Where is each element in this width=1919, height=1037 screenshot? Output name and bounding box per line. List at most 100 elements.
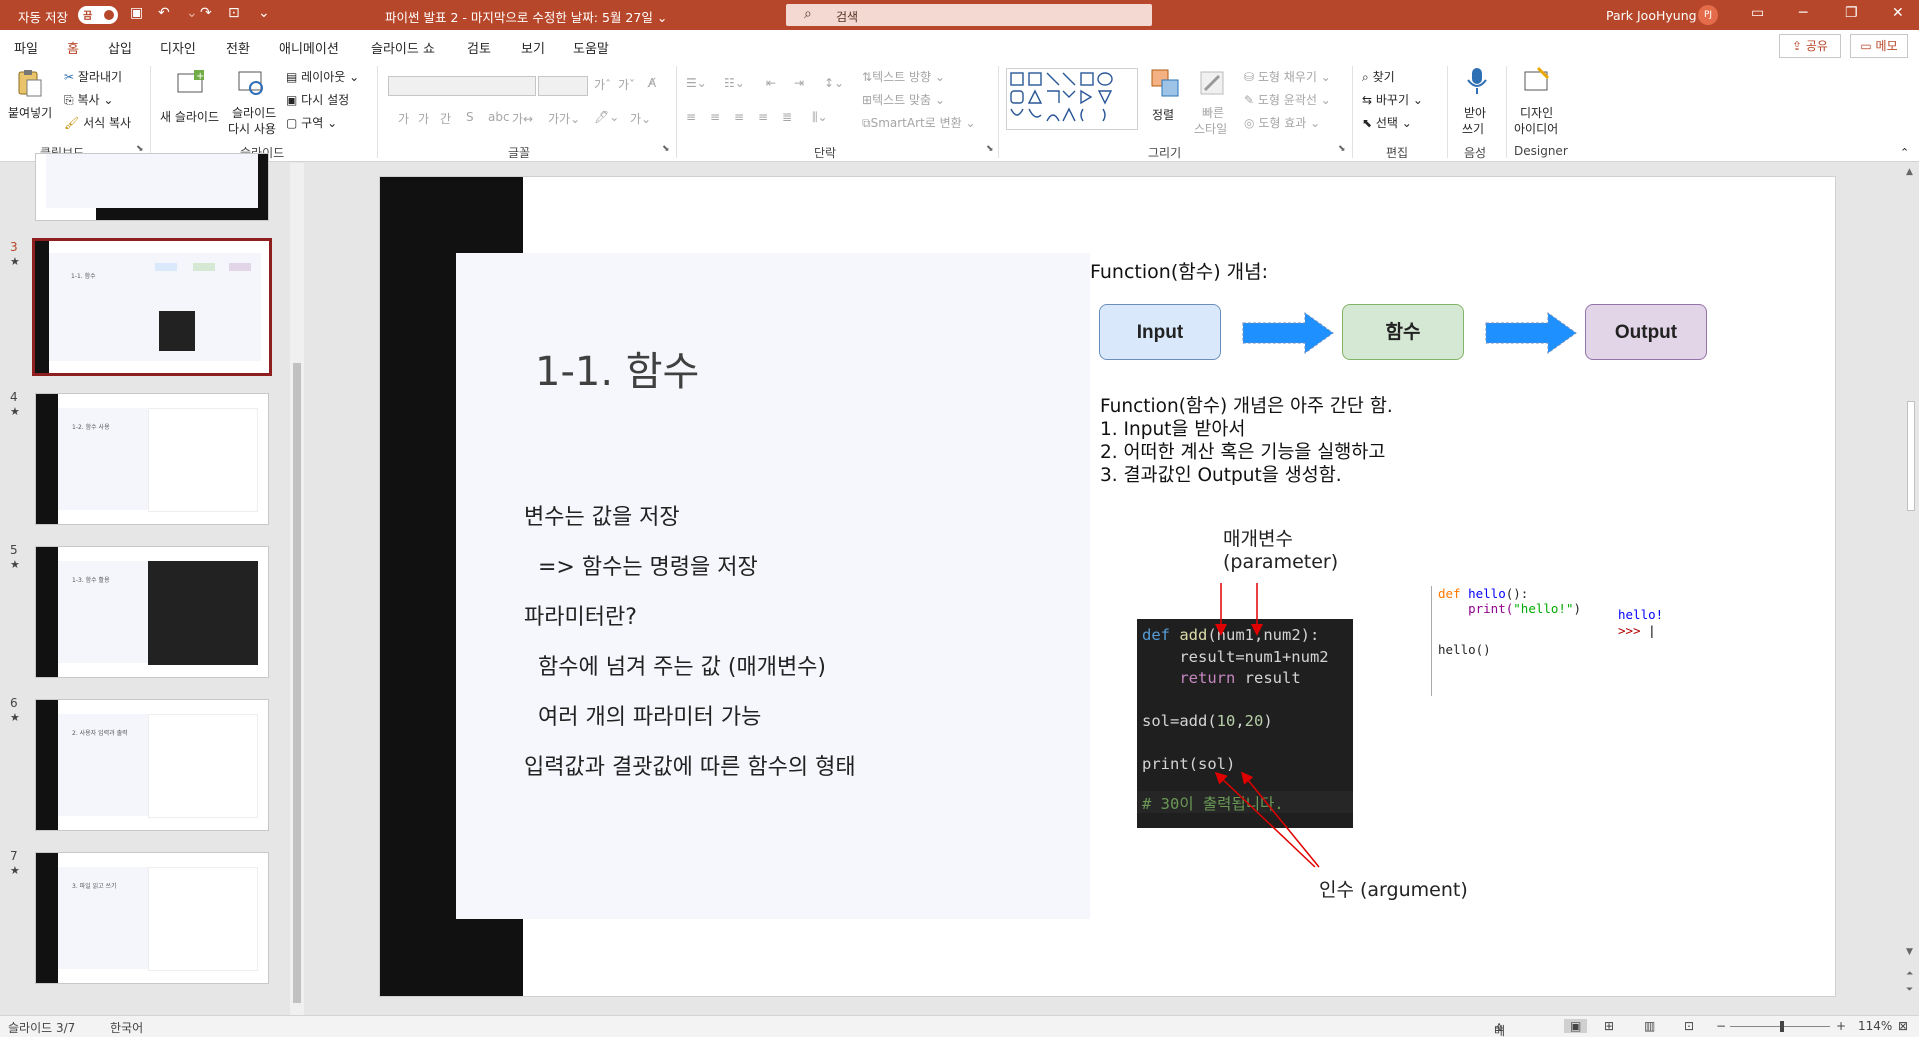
slide-thumbnail-4[interactable]: 1-2. 함수 사용: [35, 393, 269, 525]
body-line-4[interactable]: 함수에 넘겨 주는 값 (매개변수): [524, 649, 826, 681]
increase-indent-icon[interactable]: ⇥: [794, 76, 804, 90]
restore-icon[interactable]: ❐: [1845, 5, 1858, 21]
font-family-dropdown[interactable]: [388, 76, 536, 96]
shape-fill-button[interactable]: ⛁ 도형 채우기 ⌄: [1244, 68, 1331, 85]
slide-thumbnail-3[interactable]: 1-1. 함수: [32, 238, 272, 376]
arrange-icon[interactable]: [1150, 68, 1180, 98]
flow-output-box[interactable]: Output: [1585, 304, 1707, 360]
previous-slide-icon[interactable]: ⏶: [1906, 969, 1913, 979]
decrease-font-icon[interactable]: 가ˇ: [618, 76, 635, 93]
search-box[interactable]: ⌕ 검색: [786, 4, 1152, 26]
undo-dropdown-icon[interactable]: ⌄: [186, 5, 198, 21]
align-center-icon[interactable]: ≡: [710, 110, 720, 124]
dictate-line2[interactable]: 쓰기: [1462, 120, 1484, 137]
body-line-3[interactable]: 파라미터란?: [524, 599, 637, 631]
reuse-slides-line2[interactable]: 다시 사용: [228, 120, 276, 137]
layout-button[interactable]: ▤ 레이아웃 ⌄: [286, 68, 359, 85]
shape-outline-button[interactable]: ✎ 도형 윤곽선 ⌄: [1244, 91, 1331, 108]
tab-slideshow[interactable]: 슬라이드 쇼: [371, 38, 435, 57]
slide-thumbnail-5[interactable]: 1-3. 함수 활용: [35, 546, 269, 678]
change-case-icon[interactable]: 가가⌄: [548, 110, 580, 127]
language-indicator[interactable]: 한국어: [110, 1019, 143, 1036]
replace-button[interactable]: ⇆ 바꾸기 ⌄: [1362, 91, 1423, 108]
bold-icon[interactable]: 가: [398, 110, 409, 127]
format-painter-button[interactable]: 🖌 서식 복사: [64, 114, 131, 131]
body-line-2[interactable]: => 함수는 명령을 저장: [524, 549, 758, 581]
clear-formatting-icon[interactable]: A̸: [648, 76, 656, 90]
idle-line-1[interactable]: def hello():: [1438, 586, 1528, 601]
quick-styles-line1[interactable]: 빠른: [1202, 104, 1224, 121]
bullets-icon[interactable]: ☰⌄: [686, 76, 707, 90]
avatar[interactable]: PJ: [1698, 5, 1718, 25]
copy-button[interactable]: ⎘ 복사 ⌄: [64, 91, 113, 108]
section-button[interactable]: ▢ 구역 ⌄: [286, 114, 337, 131]
highlight-icon[interactable]: 🖊⌄: [594, 110, 619, 124]
shape-effects-button[interactable]: ◎ 도형 효과 ⌄: [1244, 114, 1320, 131]
ribbon-display-options-icon[interactable]: ▭: [1751, 5, 1764, 21]
tab-file[interactable]: 파일: [14, 38, 38, 57]
design-ideas-line1[interactable]: 디자인: [1520, 104, 1553, 121]
distributed-icon[interactable]: ≣: [782, 110, 792, 124]
tab-transitions[interactable]: 전환: [226, 38, 250, 57]
user-name[interactable]: Park JooHyung: [1606, 8, 1697, 23]
strikethrough-icon[interactable]: abc: [488, 110, 510, 124]
font-launcher-icon[interactable]: ⬊: [662, 144, 670, 154]
paste-button[interactable]: 붙여넣기: [8, 104, 52, 121]
zoom-level[interactable]: 114%: [1858, 1019, 1892, 1033]
line-spacing-icon[interactable]: ↕⌄: [824, 76, 844, 90]
reading-view-icon[interactable]: ▥: [1644, 1019, 1655, 1033]
idle-prompt[interactable]: >>> |: [1618, 623, 1656, 638]
customize-qat-icon[interactable]: ⌄: [258, 5, 270, 21]
comments-button[interactable]: ▭ 메모: [1850, 34, 1908, 58]
slide-thumbnail-6[interactable]: 2. 사용자 입력과 출력: [35, 699, 269, 831]
text-direction-button[interactable]: ⇅텍스트 방향 ⌄: [862, 68, 945, 85]
align-left-icon[interactable]: ≡: [686, 110, 696, 124]
justify-icon[interactable]: ≡: [758, 110, 768, 124]
shadow-icon[interactable]: S: [466, 110, 474, 124]
edit-area-scrollbar[interactable]: ▲ ▼ ⏶ ⏷: [1904, 163, 1918, 1015]
function-heading[interactable]: Function(함수) 개념:: [1090, 257, 1268, 284]
numbering-icon[interactable]: ☷⌄: [724, 76, 745, 90]
microphone-icon[interactable]: [1462, 66, 1492, 96]
idle-line-4[interactable]: hello(): [1438, 642, 1491, 657]
minimize-icon[interactable]: ─: [1799, 5, 1807, 21]
font-size-dropdown[interactable]: [538, 76, 588, 96]
smartart-button[interactable]: ⧉SmartArt로 변환 ⌄: [862, 114, 976, 131]
tab-animations[interactable]: 애니메이션: [279, 38, 339, 57]
next-slide-icon[interactable]: ⏷: [1906, 985, 1913, 995]
undo-icon[interactable]: ↶: [158, 5, 170, 21]
tab-insert[interactable]: 삽입: [108, 38, 132, 57]
slideshow-icon[interactable]: ⊡: [1684, 1019, 1694, 1033]
italic-icon[interactable]: 가: [418, 110, 429, 127]
select-button[interactable]: ⬉ 선택 ⌄: [1362, 114, 1412, 131]
font-color-icon[interactable]: 가⌄: [630, 110, 651, 127]
normal-view-icon[interactable]: ▣: [1564, 1019, 1588, 1033]
align-text-button[interactable]: ⊞텍스트 맞춤 ⌄: [862, 91, 945, 108]
slide-sorter-icon[interactable]: ⊞: [1604, 1019, 1614, 1033]
zoom-in-icon[interactable]: +: [1836, 1019, 1846, 1033]
tab-review[interactable]: 검토: [467, 38, 491, 57]
tab-home[interactable]: 홈: [65, 38, 81, 63]
underline-icon[interactable]: 간: [440, 110, 451, 127]
fit-to-window-icon[interactable]: ⊠: [1898, 1019, 1908, 1033]
new-slide-button[interactable]: 새 슬라이드: [160, 108, 219, 125]
quick-styles-line2[interactable]: 스타일: [1194, 120, 1227, 137]
dictate-line1[interactable]: 받아: [1464, 104, 1486, 121]
slide-thumbnail-2[interactable]: [35, 153, 269, 221]
body-line-1[interactable]: 변수는 값을 저장: [524, 499, 680, 531]
tab-help[interactable]: 도움말: [573, 38, 609, 57]
zoom-slider-handle[interactable]: [1780, 1021, 1784, 1032]
document-title[interactable]: 파이썬 발표 2 - 마지막으로 수정한 날짜: 5월 27일 ⌄: [385, 7, 667, 26]
reset-button[interactable]: ▣ 다시 설정: [286, 91, 349, 108]
redo-icon[interactable]: ↷: [200, 5, 212, 21]
idle-line-2[interactable]: print("hello!"): [1438, 601, 1581, 616]
body-line-6[interactable]: 입력값과 결괏값에 따른 함수의 형태: [524, 749, 856, 781]
tab-view[interactable]: 보기: [521, 38, 545, 57]
drawing-launcher-icon[interactable]: ⬊: [1338, 144, 1346, 154]
quick-styles-icon[interactable]: [1197, 68, 1227, 98]
tab-design[interactable]: 디자인: [160, 38, 196, 57]
argument-label[interactable]: 인수 (argument): [1319, 875, 1468, 902]
flow-input-box[interactable]: Input: [1099, 304, 1221, 360]
desc-line-4[interactable]: 3. 결과값인 Output을 생성함.: [1100, 461, 1342, 487]
scroll-up-icon[interactable]: ▲: [1906, 167, 1913, 177]
